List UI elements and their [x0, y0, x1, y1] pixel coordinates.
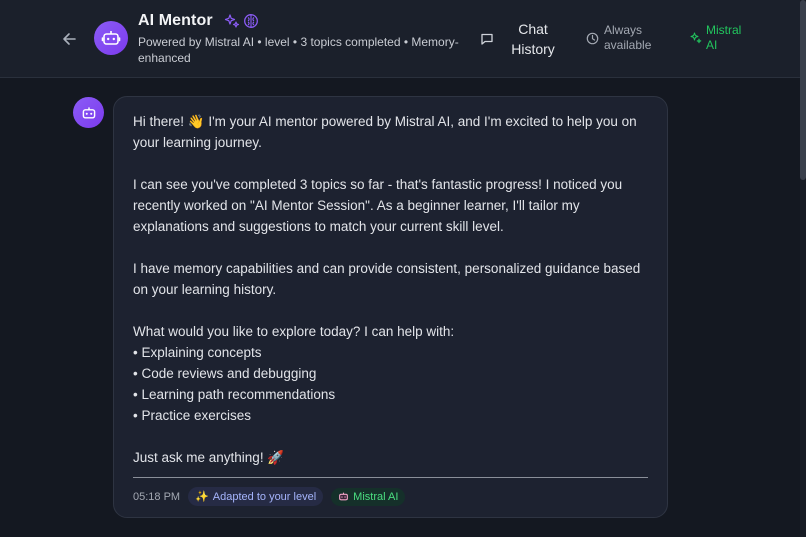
back-button[interactable]	[58, 28, 80, 50]
divider	[133, 477, 648, 478]
title-row: AI Mentor	[138, 12, 259, 30]
provider-badge: Mistral AI	[331, 487, 406, 506]
help-list: • Explaining concepts • Code reviews and…	[133, 342, 648, 426]
level-badge-label: Adapted to your level	[212, 490, 317, 503]
sparkles-icon: ✨	[195, 491, 209, 503]
provider-status: Mistral AI	[690, 23, 746, 53]
chat-history-button[interactable]: Chat History	[480, 17, 558, 61]
mentor-avatar	[94, 21, 128, 55]
level-badge: ✨ Adapted to your level	[188, 487, 324, 506]
sparkles-icon	[224, 14, 239, 28]
robot-icon	[339, 492, 349, 501]
brain-icon	[243, 14, 258, 28]
message-paragraph: I have memory capabilities and can provi…	[133, 261, 641, 297]
message-closing: Just ask me anything! 🚀	[133, 450, 285, 465]
scrollbar[interactable]	[800, 0, 806, 537]
message-time: 05:18 PM	[133, 490, 181, 503]
availability-label: Always available	[604, 23, 652, 52]
provider-badge-label: Mistral AI	[353, 490, 399, 503]
page-subtitle: Powered by Mistral AI • level • 3 topics…	[138, 35, 459, 65]
sparkles-icon	[690, 32, 702, 44]
robot-icon	[82, 106, 95, 119]
message-paragraph: I can see you've completed 3 topics so f…	[133, 177, 623, 234]
list-item: • Practice exercises	[133, 408, 252, 423]
provider-label: Mistral AI	[706, 23, 742, 52]
chat-header: AI Mentor Powered by Mistral AI • level …	[0, 0, 800, 78]
chat-history-label: Chat History	[511, 21, 555, 57]
list-item: • Code reviews and debugging	[133, 366, 317, 381]
clock-icon	[586, 32, 599, 44]
bot-avatar	[73, 97, 104, 128]
message-bubble: Hi there! 👋 I'm your AI mentor powered b…	[113, 96, 668, 518]
robot-icon	[101, 31, 121, 45]
message-paragraph: What would you like to explore today? I …	[133, 324, 455, 339]
message-paragraph: Hi there! 👋 I'm your AI mentor powered b…	[133, 114, 637, 150]
message-content: Hi there! 👋 I'm your AI mentor powered b…	[133, 111, 648, 468]
scrollbar-thumb[interactable]	[800, 0, 806, 180]
list-item: • Explaining concepts	[133, 345, 262, 360]
title-icons	[224, 13, 259, 29]
message-square-icon	[481, 33, 493, 45]
arrow-left-icon	[63, 33, 76, 45]
availability-status: Always available	[586, 23, 654, 53]
page-title: AI Mentor	[138, 12, 213, 29]
message-meta: 05:18 PM ✨ Adapted to your level Mistral…	[133, 487, 406, 506]
list-item: • Learning path recommendations	[133, 387, 336, 402]
